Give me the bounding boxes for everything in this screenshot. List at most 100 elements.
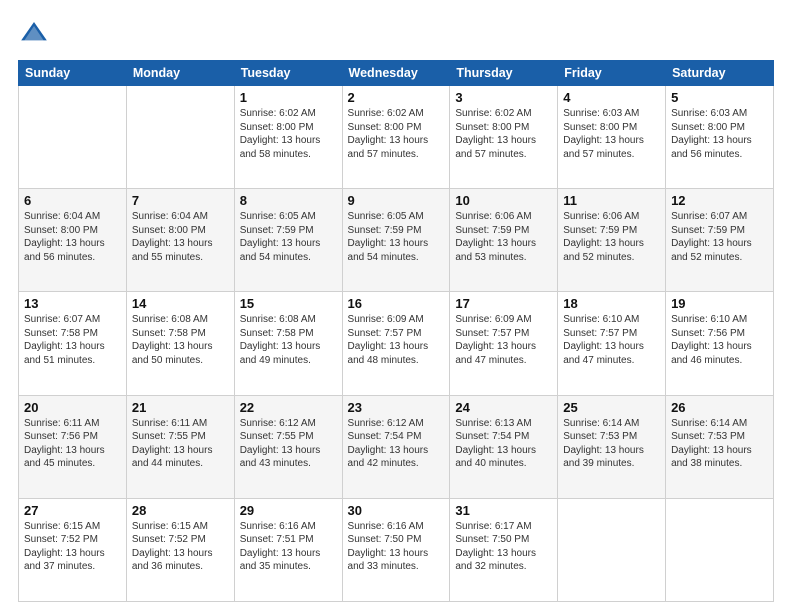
day-number: 8 xyxy=(240,193,337,208)
weekday-friday: Friday xyxy=(558,61,666,86)
day-info: Sunrise: 6:11 AM Sunset: 7:56 PM Dayligh… xyxy=(24,417,121,471)
day-number: 6 xyxy=(24,193,121,208)
calendar-table: SundayMondayTuesdayWednesdayThursdayFrid… xyxy=(18,60,774,602)
calendar-cell: 21 Sunrise: 6:11 AM Sunset: 7:55 PM Dayli… xyxy=(126,395,234,498)
day-info: Sunrise: 6:09 AM Sunset: 7:57 PM Dayligh… xyxy=(455,313,552,367)
day-info: Sunrise: 6:10 AM Sunset: 7:56 PM Dayligh… xyxy=(671,313,768,367)
calendar-cell: 19 Sunrise: 6:10 AM Sunset: 7:56 PM Dayli… xyxy=(666,292,774,395)
calendar-cell: 18 Sunrise: 6:10 AM Sunset: 7:57 PM Dayli… xyxy=(558,292,666,395)
calendar-cell: 14Sunrise: 6:08 AM Sunset: 7:58 PM Dayli… xyxy=(126,292,234,395)
day-info: Sunrise: 6:04 AM Sunset: 8:00 PM Dayligh… xyxy=(24,210,121,264)
day-info: Sunrise: 6:02 AM Sunset: 8:00 PM Dayligh… xyxy=(455,107,552,161)
day-number: 21 xyxy=(132,400,229,415)
calendar-cell: 15Sunrise: 6:08 AM Sunset: 7:58 PM Dayli… xyxy=(234,292,342,395)
day-number: 18 xyxy=(563,296,660,311)
day-number: 31 xyxy=(455,503,552,518)
day-info: Sunrise: 6:12 AM Sunset: 7:54 PM Dayligh… xyxy=(348,417,445,471)
calendar-cell: 22 Sunrise: 6:12 AM Sunset: 7:55 PM Dayli… xyxy=(234,395,342,498)
day-info: Sunrise: 6:02 AM Sunset: 8:00 PM Dayligh… xyxy=(240,107,337,161)
calendar-cell: 3Sunrise: 6:02 AM Sunset: 8:00 PM Daylig… xyxy=(450,86,558,189)
calendar-cell xyxy=(19,86,127,189)
day-info: Sunrise: 6:16 AM Sunset: 7:51 PM Dayligh… xyxy=(240,520,337,574)
day-number: 13 xyxy=(24,296,121,311)
weekday-wednesday: Wednesday xyxy=(342,61,450,86)
day-number: 22 xyxy=(240,400,337,415)
day-info: Sunrise: 6:09 AM Sunset: 7:57 PM Dayligh… xyxy=(348,313,445,367)
day-info: Sunrise: 6:05 AM Sunset: 7:59 PM Dayligh… xyxy=(348,210,445,264)
day-number: 23 xyxy=(348,400,445,415)
day-info: Sunrise: 6:07 AM Sunset: 7:58 PM Dayligh… xyxy=(24,313,121,367)
day-info: Sunrise: 6:14 AM Sunset: 7:53 PM Dayligh… xyxy=(563,417,660,471)
day-number: 19 xyxy=(671,296,768,311)
calendar-cell: 31 Sunrise: 6:17 AM Sunset: 7:50 PM Dayli… xyxy=(450,498,558,601)
calendar-cell: 7Sunrise: 6:04 AM Sunset: 8:00 PM Daylig… xyxy=(126,189,234,292)
day-number: 12 xyxy=(671,193,768,208)
day-info: Sunrise: 6:15 AM Sunset: 7:52 PM Dayligh… xyxy=(132,520,229,574)
day-number: 30 xyxy=(348,503,445,518)
calendar-week-3: 13 Sunrise: 6:07 AM Sunset: 7:58 PM Dayli… xyxy=(19,292,774,395)
day-number: 25 xyxy=(563,400,660,415)
calendar-week-1: 1Sunrise: 6:02 AM Sunset: 8:00 PM Daylig… xyxy=(19,86,774,189)
weekday-saturday: Saturday xyxy=(666,61,774,86)
calendar-cell: 1Sunrise: 6:02 AM Sunset: 8:00 PM Daylig… xyxy=(234,86,342,189)
day-number: 16 xyxy=(348,296,445,311)
day-number: 11 xyxy=(563,193,660,208)
calendar-cell: 5 Sunrise: 6:03 AM Sunset: 8:00 PM Daylig… xyxy=(666,86,774,189)
day-info: Sunrise: 6:06 AM Sunset: 7:59 PM Dayligh… xyxy=(563,210,660,264)
day-info: Sunrise: 6:11 AM Sunset: 7:55 PM Dayligh… xyxy=(132,417,229,471)
day-info: Sunrise: 6:02 AM Sunset: 8:00 PM Dayligh… xyxy=(348,107,445,161)
day-info: Sunrise: 6:10 AM Sunset: 7:57 PM Dayligh… xyxy=(563,313,660,367)
day-number: 10 xyxy=(455,193,552,208)
day-number: 27 xyxy=(24,503,121,518)
day-info: Sunrise: 6:08 AM Sunset: 7:58 PM Dayligh… xyxy=(132,313,229,367)
calendar-week-5: 27 Sunrise: 6:15 AM Sunset: 7:52 PM Dayli… xyxy=(19,498,774,601)
calendar-cell xyxy=(126,86,234,189)
weekday-header-row: SundayMondayTuesdayWednesdayThursdayFrid… xyxy=(19,61,774,86)
weekday-monday: Monday xyxy=(126,61,234,86)
day-number: 5 xyxy=(671,90,768,105)
day-info: Sunrise: 6:13 AM Sunset: 7:54 PM Dayligh… xyxy=(455,417,552,471)
calendar-cell: 28 Sunrise: 6:15 AM Sunset: 7:52 PM Dayli… xyxy=(126,498,234,601)
day-info: Sunrise: 6:05 AM Sunset: 7:59 PM Dayligh… xyxy=(240,210,337,264)
day-number: 28 xyxy=(132,503,229,518)
day-number: 29 xyxy=(240,503,337,518)
calendar-cell: 17 Sunrise: 6:09 AM Sunset: 7:57 PM Dayli… xyxy=(450,292,558,395)
calendar-cell: 13 Sunrise: 6:07 AM Sunset: 7:58 PM Dayli… xyxy=(19,292,127,395)
calendar-cell: 10 Sunrise: 6:06 AM Sunset: 7:59 PM Dayli… xyxy=(450,189,558,292)
day-number: 4 xyxy=(563,90,660,105)
calendar-cell: 26Sunrise: 6:14 AM Sunset: 7:53 PM Dayli… xyxy=(666,395,774,498)
calendar-cell: 20 Sunrise: 6:11 AM Sunset: 7:56 PM Dayli… xyxy=(19,395,127,498)
calendar-cell: 12 Sunrise: 6:07 AM Sunset: 7:59 PM Dayli… xyxy=(666,189,774,292)
day-number: 24 xyxy=(455,400,552,415)
day-info: Sunrise: 6:15 AM Sunset: 7:52 PM Dayligh… xyxy=(24,520,121,574)
header xyxy=(18,18,774,50)
weekday-tuesday: Tuesday xyxy=(234,61,342,86)
calendar-cell: 4Sunrise: 6:03 AM Sunset: 8:00 PM Daylig… xyxy=(558,86,666,189)
calendar-cell xyxy=(666,498,774,601)
day-info: Sunrise: 6:06 AM Sunset: 7:59 PM Dayligh… xyxy=(455,210,552,264)
day-number: 26 xyxy=(671,400,768,415)
day-info: Sunrise: 6:12 AM Sunset: 7:55 PM Dayligh… xyxy=(240,417,337,471)
day-number: 20 xyxy=(24,400,121,415)
calendar-cell: 24 Sunrise: 6:13 AM Sunset: 7:54 PM Dayli… xyxy=(450,395,558,498)
day-info: Sunrise: 6:07 AM Sunset: 7:59 PM Dayligh… xyxy=(671,210,768,264)
calendar-cell: 29 Sunrise: 6:16 AM Sunset: 7:51 PM Dayli… xyxy=(234,498,342,601)
calendar-cell: 2Sunrise: 6:02 AM Sunset: 8:00 PM Daylig… xyxy=(342,86,450,189)
day-number: 17 xyxy=(455,296,552,311)
calendar-cell: 23 Sunrise: 6:12 AM Sunset: 7:54 PM Dayli… xyxy=(342,395,450,498)
calendar-cell: 8 Sunrise: 6:05 AM Sunset: 7:59 PM Daylig… xyxy=(234,189,342,292)
weekday-thursday: Thursday xyxy=(450,61,558,86)
day-info: Sunrise: 6:08 AM Sunset: 7:58 PM Dayligh… xyxy=(240,313,337,367)
weekday-sunday: Sunday xyxy=(19,61,127,86)
calendar-cell: 25 Sunrise: 6:14 AM Sunset: 7:53 PM Dayli… xyxy=(558,395,666,498)
day-number: 9 xyxy=(348,193,445,208)
logo-icon xyxy=(18,18,50,50)
day-info: Sunrise: 6:16 AM Sunset: 7:50 PM Dayligh… xyxy=(348,520,445,574)
calendar-cell: 27 Sunrise: 6:15 AM Sunset: 7:52 PM Dayli… xyxy=(19,498,127,601)
day-info: Sunrise: 6:03 AM Sunset: 8:00 PM Dayligh… xyxy=(671,107,768,161)
calendar-cell: 16 Sunrise: 6:09 AM Sunset: 7:57 PM Dayli… xyxy=(342,292,450,395)
logo xyxy=(18,18,54,50)
calendar-cell: 6 Sunrise: 6:04 AM Sunset: 8:00 PM Daylig… xyxy=(19,189,127,292)
calendar-cell: 11 Sunrise: 6:06 AM Sunset: 7:59 PM Dayli… xyxy=(558,189,666,292)
day-info: Sunrise: 6:17 AM Sunset: 7:50 PM Dayligh… xyxy=(455,520,552,574)
